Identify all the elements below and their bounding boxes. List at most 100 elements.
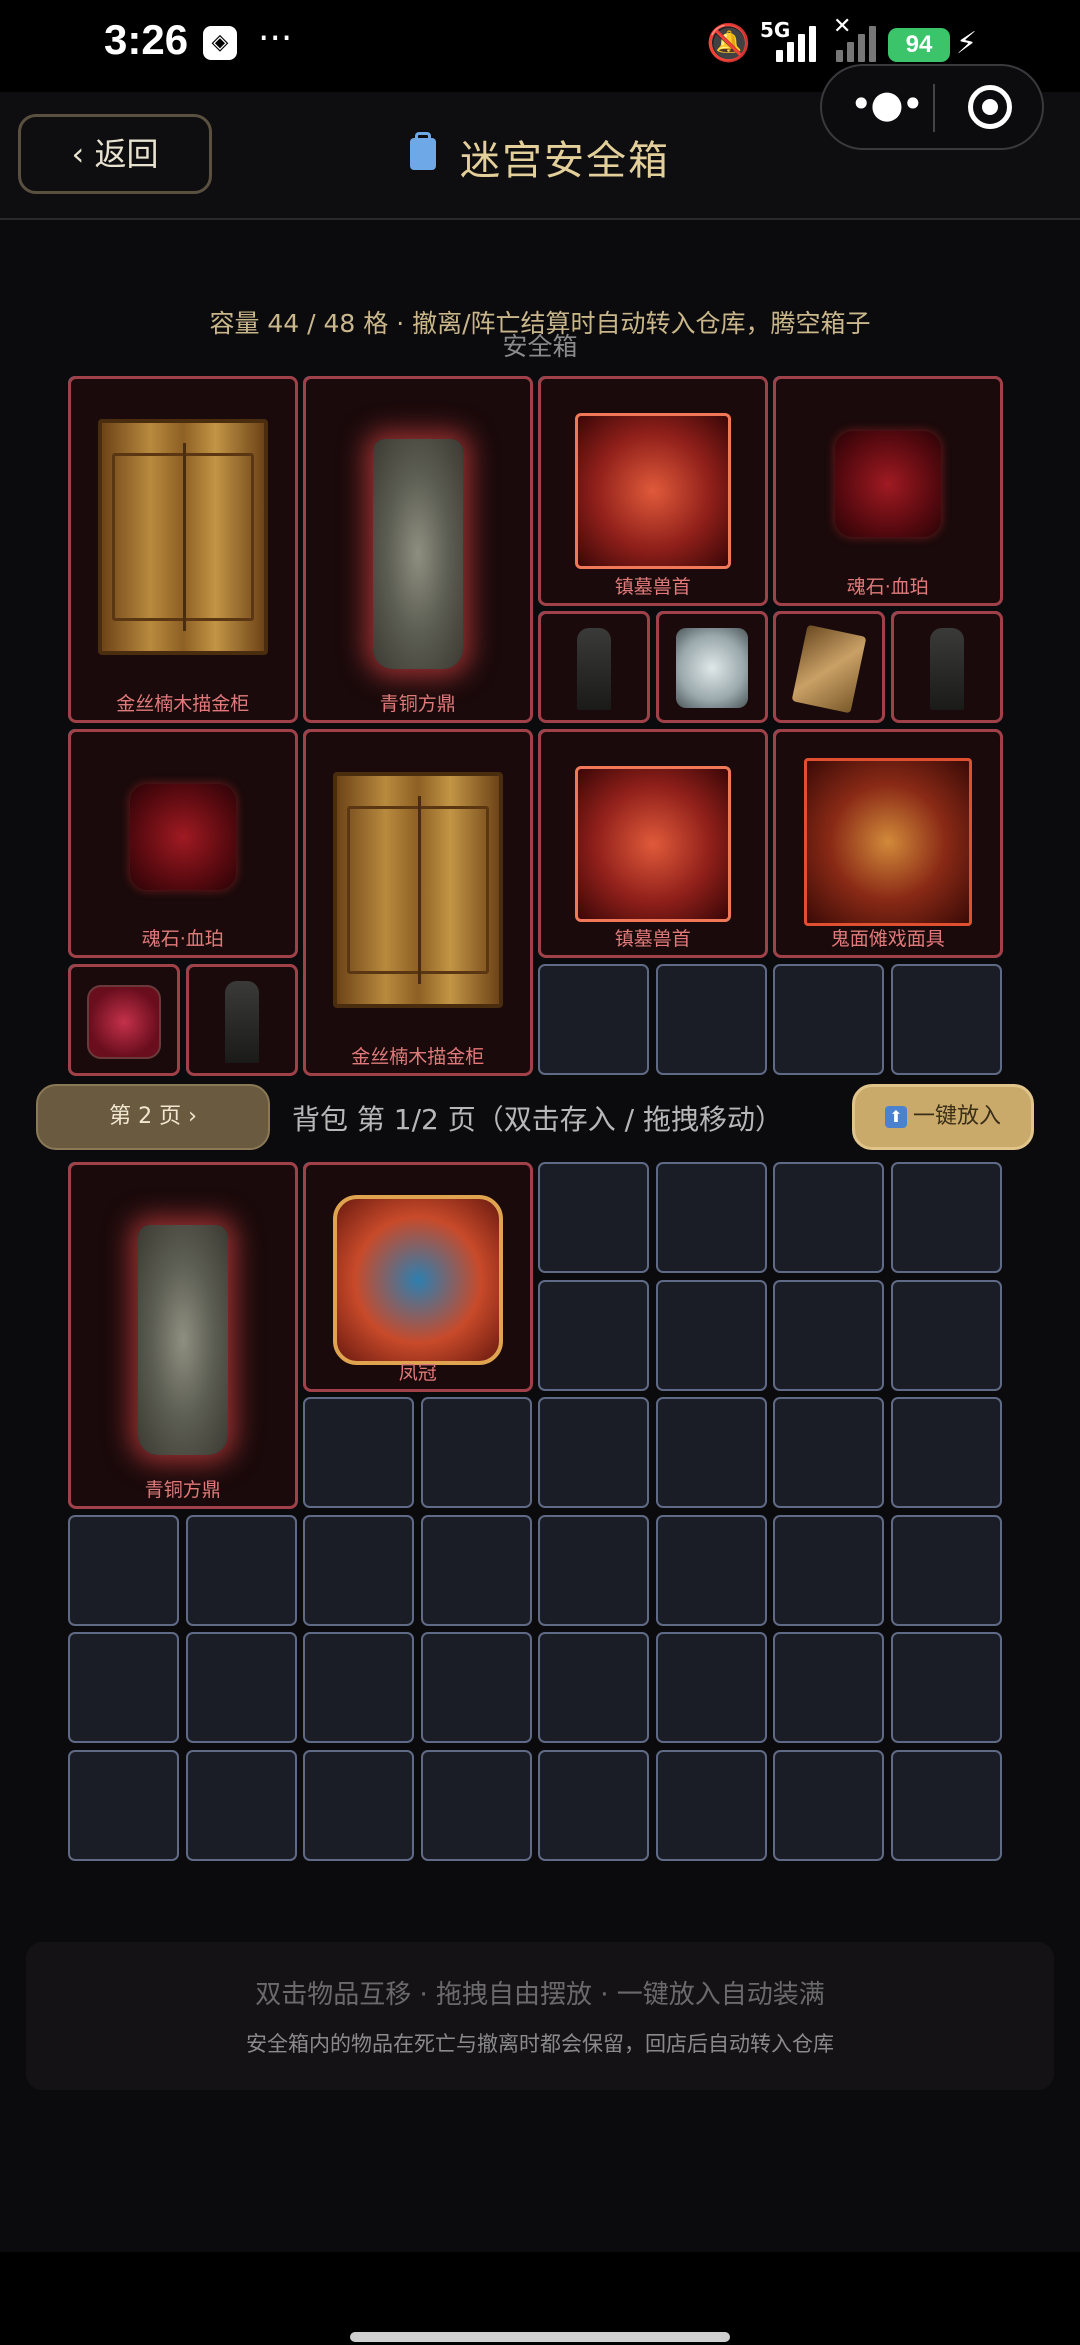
phoenix-crown-icon [332,1195,503,1365]
grid-slot[interactable] [890,1279,1002,1391]
status-more: ··· [258,18,293,59]
safebox-grid: 金丝楠木描金柜 青铜方鼎 镇墓兽首 魂石·血珀 魂石·血珀 金丝楠木描金柜 镇墓兽首 鬼面傩戏… [68,376,1008,1078]
inventory-item[interactable] [538,611,650,723]
item-label: 金丝楠木描金柜 [351,1045,485,1068]
miniprogram-capsule: •●• [820,64,1044,150]
inventory-item[interactable] [68,963,180,1076]
ghost-mask-icon [803,757,972,926]
grid-slot[interactable] [773,1162,884,1273]
grid-slot[interactable] [890,1632,1002,1743]
grid-slot[interactable] [538,1279,649,1391]
inventory-item[interactable]: 镇墓兽首 [538,728,768,958]
battery-icon: 94 [888,28,950,62]
grid-slot[interactable] [773,1632,884,1743]
stele-icon [577,628,611,710]
bag-label: 背包 第 1/2 页（双击存入 / 拖拽移动） [292,1103,783,1136]
item-label: 鬼面傩戏面具 [830,928,945,950]
grid-slot[interactable] [420,1397,532,1508]
grid-slot[interactable] [655,1749,767,1861]
close-miniprogram-icon[interactable] [968,85,1012,129]
page-title: 迷宫安全箱 [460,138,670,184]
grid-slot[interactable] [185,1514,297,1626]
inventory-item[interactable] [890,611,1003,723]
grid-slot[interactable] [420,1514,532,1626]
grid-slot[interactable] [773,1749,884,1861]
tip-panel: 双击物品互移 · 拖拽自由摆放 · 一键放入自动装满 安全箱内的物品在死亡与撤离… [26,1942,1054,2090]
grid-slot[interactable] [303,1514,414,1626]
inventory-item[interactable]: 魂石·血珀 [68,728,298,958]
more-icon[interactable]: •●• [850,82,924,126]
grid-slot[interactable] [185,1632,297,1743]
grid-slot[interactable] [303,1397,414,1508]
grid-slot[interactable] [773,1514,884,1626]
grid-slot[interactable] [538,963,649,1075]
grid-slot[interactable] [420,1749,532,1861]
grid-slot[interactable] [655,1162,767,1273]
next-page-button[interactable]: 第 2 页 › [36,1084,270,1150]
grid-slot[interactable] [185,1749,297,1861]
grid-slot[interactable] [655,963,767,1075]
inventory-item[interactable]: 鬼面傩戏面具 [773,728,1003,958]
heart-icon [87,984,161,1059]
grid-slot[interactable] [655,1632,767,1743]
inventory-item[interactable]: 青铜方鼎 [68,1162,298,1509]
cabinet-icon [97,419,268,655]
grid-slot[interactable] [68,1632,179,1743]
item-label: 凤冠 [398,1361,437,1384]
item-label: 镇墓兽首 [614,928,691,950]
inventory-item[interactable]: 金丝楠木描金柜 [68,376,298,723]
grid-slot[interactable] [773,1397,884,1508]
item-label: 金丝楠木描金柜 [116,693,250,715]
grid-slot[interactable] [68,1749,179,1861]
jade-seal-icon [675,628,748,708]
inventory-item[interactable]: 凤冠 [303,1162,533,1392]
mute-icon: 🔕 [706,23,751,64]
home-indicator[interactable] [350,2332,730,2342]
inventory-item[interactable]: 魂石·血珀 [773,376,1003,606]
grid-slot[interactable] [890,1514,1002,1626]
blood-amber-icon [129,783,236,890]
stele-icon [224,980,259,1063]
tip-line-1: 双击物品互移 · 拖拽自由摆放 · 一键放入自动装满 [255,1980,825,2010]
inventory-item[interactable]: 青铜方鼎 [303,376,533,723]
grid-slot[interactable] [538,1397,649,1508]
upload-icon: ⬆ [884,1106,907,1128]
grid-slot[interactable] [890,1397,1002,1508]
back-button[interactable]: ‹ 返回 [18,114,212,194]
grid-slot[interactable] [420,1632,532,1743]
grid-slot[interactable] [538,1514,649,1626]
grid-slot[interactable] [773,963,884,1075]
grid-slot[interactable] [773,1279,884,1391]
item-label: 青铜方鼎 [379,693,456,715]
item-label: 魂石·血珀 [141,928,224,950]
grid-slot[interactable] [538,1632,649,1743]
grid-slot[interactable] [538,1749,649,1861]
charging-icon: ⚡ [956,26,978,61]
item-label: 镇墓兽首 [614,575,691,598]
signal-icon [776,24,824,62]
grid-slot[interactable] [890,1162,1002,1273]
inventory-item[interactable]: 镇墓兽首 [538,376,768,606]
grid-slot[interactable] [68,1514,179,1626]
blood-amber-icon [834,431,941,537]
cauldron-icon [372,439,463,669]
tip-line-2: 安全箱内的物品在死亡与撤离时都会保留，回店后自动转入仓库 [246,2032,834,2056]
auto-fill-label: 一键放入 [912,1104,1001,1129]
grid-slot[interactable] [538,1162,649,1273]
inventory-item[interactable]: 金丝楠木描金柜 [303,728,533,1076]
grid-slot[interactable] [655,1514,767,1626]
capsule-divider [933,84,935,132]
grid-slot[interactable] [303,1632,414,1743]
auto-fill-button[interactable]: ⬆ 一键放入 [852,1084,1034,1150]
inventory-item[interactable] [185,963,298,1076]
grid-slot[interactable] [303,1749,414,1861]
signal-2-icon [836,24,884,62]
grid-slot[interactable] [890,1749,1002,1861]
inventory-item[interactable] [773,611,885,723]
grid-slot[interactable] [890,963,1002,1075]
inventory-item[interactable] [655,611,768,723]
beast-head-icon [574,413,731,569]
grid-slot[interactable] [655,1279,767,1391]
item-label: 青铜方鼎 [144,1479,221,1501]
grid-slot[interactable] [655,1397,767,1508]
